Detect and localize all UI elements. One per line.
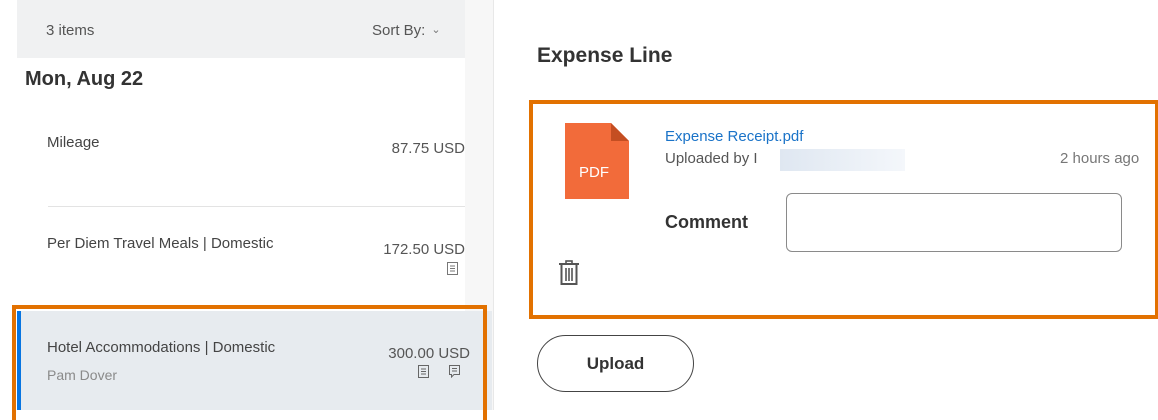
items-count: 3 items (46, 22, 95, 39)
chevron-down-icon: ⌄ (431, 24, 441, 36)
redacted-name (780, 149, 905, 171)
uploader-name: I (753, 150, 758, 167)
sort-by-label: Sort By: (372, 22, 426, 39)
pdf-label: PDF (579, 164, 609, 181)
comment-label: Comment (665, 212, 749, 232)
comment-field[interactable] (786, 193, 1122, 252)
trash-icon[interactable] (558, 260, 580, 286)
expense-line-amount: 87.75 USD (391, 140, 465, 157)
uploaded-by-prefix: Uploaded by (665, 150, 750, 167)
sort-by-dropdown[interactable]: Sort By: ⌄ (372, 22, 441, 39)
expense-lines-panel: 3 items Sort By: ⌄ Mon, Aug 22 Mileage 87… (0, 0, 493, 420)
expense-line-name: Per Diem Travel Meals | Domestic (47, 235, 274, 252)
expense-line-amount: 172.50 USD (383, 241, 465, 258)
expense-line-item-per-diem[interactable]: Per Diem Travel Meals | Domestic 172.50 … (17, 207, 465, 303)
attachment-file-link[interactable]: Expense Receipt.pdf (665, 128, 803, 145)
pdf-file-icon: PDF (565, 123, 629, 199)
upload-button[interactable]: Upload (537, 335, 694, 392)
panel-divider (493, 0, 494, 410)
uploaded-by-text: Uploaded by I (665, 150, 758, 167)
expense-line-name: Mileage (47, 134, 100, 151)
upload-timestamp: 2 hours ago (1060, 150, 1140, 167)
page-title: Expense Line (537, 44, 673, 67)
date-group-heading: Mon, Aug 22 (25, 68, 144, 90)
selected-item-highlight (12, 305, 487, 420)
list-header: 3 items Sort By: ⌄ (17, 0, 465, 58)
receipt-icon (447, 262, 458, 275)
expense-line-item-mileage[interactable]: Mileage 87.75 USD (17, 118, 465, 206)
